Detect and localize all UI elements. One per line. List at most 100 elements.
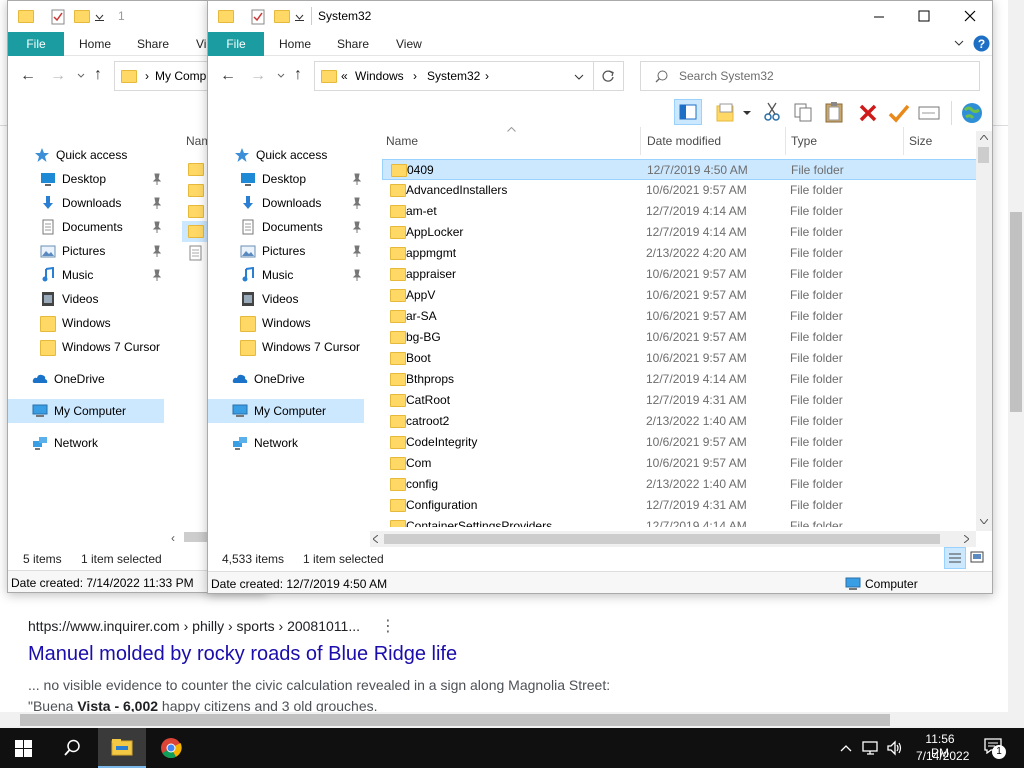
help-icon[interactable]: ?: [973, 35, 990, 52]
minimize-icon[interactable]: [873, 11, 885, 23]
tab-file[interactable]: File: [8, 32, 64, 56]
tab-view[interactable]: Vi: [196, 32, 206, 56]
clock-date[interactable]: 7/14/2022: [916, 749, 969, 763]
table-row[interactable]: ContainerSettingsProviders 12/7/2019 4:14…: [382, 516, 978, 527]
vertical-scrollbar-thumb[interactable]: [978, 147, 989, 163]
table-row[interactable]: 0409 12/7/2019 4:50 AM File folder: [382, 159, 978, 180]
folder-icon[interactable]: [188, 184, 204, 197]
forward-arrow-icon[interactable]: →: [50, 67, 66, 85]
paste-icon[interactable]: [824, 101, 844, 123]
chrome-icon[interactable]: [160, 737, 182, 759]
network-status-icon[interactable]: [862, 740, 880, 756]
table-row[interactable]: CodeIntegrity 10/6/2021 9:57 AM File folde…: [382, 432, 978, 453]
horizontal-scrollbar-thumb[interactable]: [384, 534, 940, 544]
forward-arrow-icon[interactable]: →: [250, 67, 266, 85]
breadcrumb-separator[interactable]: ›: [413, 69, 417, 83]
table-row[interactable]: AppLocker 12/7/2019 4:14 AM File folder: [382, 222, 978, 243]
title-bar[interactable]: System32: [208, 1, 992, 32]
table-row[interactable]: appraiser 10/6/2021 9:57 AM File folder: [382, 264, 978, 285]
tab-home[interactable]: Home: [79, 32, 111, 56]
table-row[interactable]: Boot 10/6/2021 9:57 AM File folder: [382, 348, 978, 369]
vertical-scrollbar[interactable]: [976, 131, 992, 531]
properties-icon[interactable]: [714, 103, 736, 123]
table-row[interactable]: appmgmt 2/13/2022 4:20 AM File folder: [382, 243, 978, 264]
properties-icon[interactable]: [50, 9, 66, 25]
scroll-up-icon[interactable]: [980, 135, 988, 140]
file-icon[interactable]: [189, 245, 203, 261]
tab-home[interactable]: Home: [279, 32, 311, 56]
details-view-button[interactable]: [944, 547, 966, 569]
address-dropdown-icon[interactable]: [574, 74, 584, 81]
table-row[interactable]: Com 10/6/2021 9:57 AM File folder: [382, 453, 978, 474]
volume-icon[interactable]: [886, 740, 904, 756]
tab-share[interactable]: Share: [137, 32, 169, 56]
column-header-date-modified[interactable]: Date modified: [643, 127, 786, 155]
tab-file[interactable]: File: [208, 32, 264, 56]
table-row[interactable]: catroot2 2/13/2022 1:40 AM File folder: [382, 411, 978, 432]
browser-vertical-thumb[interactable]: [1010, 212, 1022, 412]
tab-view[interactable]: View: [396, 32, 422, 56]
browser-horizontal-thumb[interactable]: [20, 714, 890, 726]
table-row[interactable]: AppV 10/6/2021 9:57 AM File folder: [382, 285, 978, 306]
search-icon[interactable]: [63, 739, 81, 757]
back-arrow-icon[interactable]: ←: [220, 67, 236, 85]
scroll-right-icon[interactable]: [964, 535, 969, 543]
table-row[interactable]: AdvancedInstallers 10/6/2021 9:57 AM File …: [382, 180, 978, 201]
breadcrumb-windows[interactable]: Windows: [355, 69, 404, 83]
result-more-icon[interactable]: ⋮: [380, 616, 396, 636]
delete-icon[interactable]: [858, 103, 878, 123]
new-folder-icon[interactable]: [74, 10, 90, 23]
large-icons-view-icon[interactable]: [970, 551, 984, 563]
scroll-left-icon[interactable]: [373, 535, 378, 543]
recent-chevron-icon[interactable]: [277, 73, 285, 79]
search-result-title[interactable]: Manuel molded by rocky roads of Blue Rid…: [28, 643, 457, 666]
checkmark-icon[interactable]: [888, 103, 910, 123]
taskbar-file-explorer-button[interactable]: [98, 728, 146, 768]
globe-icon[interactable]: [960, 101, 984, 125]
expand-ribbon-icon[interactable]: [954, 40, 964, 47]
breadcrumb-separator[interactable]: ›: [485, 69, 489, 83]
folder-icon[interactable]: [188, 225, 204, 238]
table-row[interactable]: Bthprops 12/7/2019 4:14 AM File folder: [382, 369, 978, 390]
breadcrumb-system32[interactable]: System32: [427, 69, 480, 83]
table-row[interactable]: ar-SA 10/6/2021 9:57 AM File folder: [382, 306, 978, 327]
refresh-icon[interactable]: [601, 69, 615, 83]
scroll-left-icon[interactable]: ‹: [171, 531, 175, 545]
table-row[interactable]: Configuration 12/7/2019 4:31 AM File folde…: [382, 495, 978, 516]
search-result-url[interactable]: https://www.inquirer.com › philly › spor…: [28, 618, 360, 634]
copy-icon[interactable]: [793, 102, 813, 122]
horizontal-scrollbar[interactable]: [370, 531, 976, 547]
column-header-size[interactable]: Size: [905, 127, 975, 155]
back-arrow-icon[interactable]: ←: [20, 67, 36, 85]
explorer-window-system32[interactable]: System32 File Home Share View ? ← → ↑ « …: [207, 0, 993, 594]
properties-icon[interactable]: [250, 9, 266, 25]
windows-start-icon[interactable]: [15, 740, 32, 757]
table-row[interactable]: bg-BG 10/6/2021 9:57 AM File folder: [382, 327, 978, 348]
new-folder-icon[interactable]: [274, 10, 290, 23]
action-center-button[interactable]: 1: [984, 738, 1006, 759]
cut-icon[interactable]: [763, 102, 781, 122]
folder-icon[interactable]: [188, 205, 204, 218]
table-row[interactable]: am-et 12/7/2019 4:14 AM File folder: [382, 201, 978, 222]
show-hidden-icons-chevron[interactable]: [840, 744, 852, 752]
up-arrow-icon[interactable]: ↑: [294, 66, 302, 84]
address-bar[interactable]: « Windows › System32 ›: [314, 61, 624, 91]
scroll-down-icon[interactable]: [980, 519, 988, 524]
search-box[interactable]: Search System32: [640, 61, 980, 91]
rename-icon[interactable]: [918, 105, 940, 121]
column-header-type[interactable]: Type: [787, 127, 904, 155]
preview-pane-button[interactable]: [674, 99, 702, 125]
table-row[interactable]: config 2/13/2022 1:40 AM File folder: [382, 474, 978, 495]
close-icon[interactable]: [964, 10, 976, 22]
tab-share[interactable]: Share: [337, 32, 369, 56]
chevron-down-icon[interactable]: [295, 14, 304, 22]
up-arrow-icon[interactable]: ↑: [94, 66, 102, 84]
maximize-icon[interactable]: [918, 10, 930, 22]
column-header-name[interactable]: Name: [382, 127, 641, 155]
table-row[interactable]: CatRoot 12/7/2019 4:31 AM File folder: [382, 390, 978, 411]
recent-chevron-icon[interactable]: [77, 73, 85, 79]
chevron-down-icon[interactable]: [95, 14, 104, 22]
breadcrumb-overflow[interactable]: «: [341, 69, 348, 83]
chevron-down-icon[interactable]: [743, 111, 751, 116]
folder-icon[interactable]: [188, 163, 204, 176]
